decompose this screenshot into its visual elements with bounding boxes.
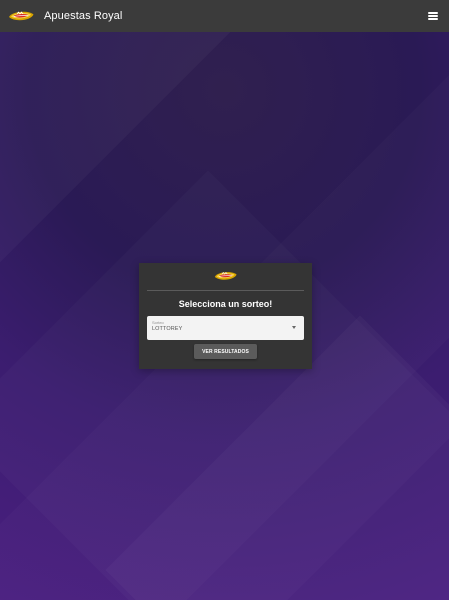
menu-button[interactable] bbox=[426, 9, 440, 23]
top-navigation-bar: Apuestas Royal bbox=[0, 0, 449, 32]
draw-selection-card: Selecciona un sorteo! Sorteo LOTTOREY VE… bbox=[139, 263, 312, 369]
app-screen: Apuestas Royal Selecciona un sorteo! Sor… bbox=[0, 0, 449, 600]
app-title: Apuestas Royal bbox=[44, 10, 123, 22]
chevron-down-icon bbox=[292, 326, 296, 329]
card-actions: VER RESULTADOS bbox=[147, 344, 304, 359]
card-title: Selecciona un sorteo! bbox=[178, 299, 273, 309]
menu-icon-line bbox=[428, 15, 438, 17]
view-results-button[interactable]: VER RESULTADOS bbox=[194, 344, 257, 359]
card-logo-container bbox=[147, 268, 304, 287]
royal-logo-icon bbox=[214, 272, 237, 280]
royal-logo-icon bbox=[9, 11, 34, 21]
menu-icon-line bbox=[428, 18, 438, 20]
draw-select-label: Sorteo bbox=[152, 320, 164, 325]
draw-select[interactable]: Sorteo LOTTOREY bbox=[147, 316, 304, 340]
draw-select-value: LOTTOREY bbox=[152, 326, 183, 332]
card-divider bbox=[147, 290, 304, 291]
menu-icon bbox=[428, 12, 438, 20]
menu-icon-line bbox=[428, 12, 438, 14]
